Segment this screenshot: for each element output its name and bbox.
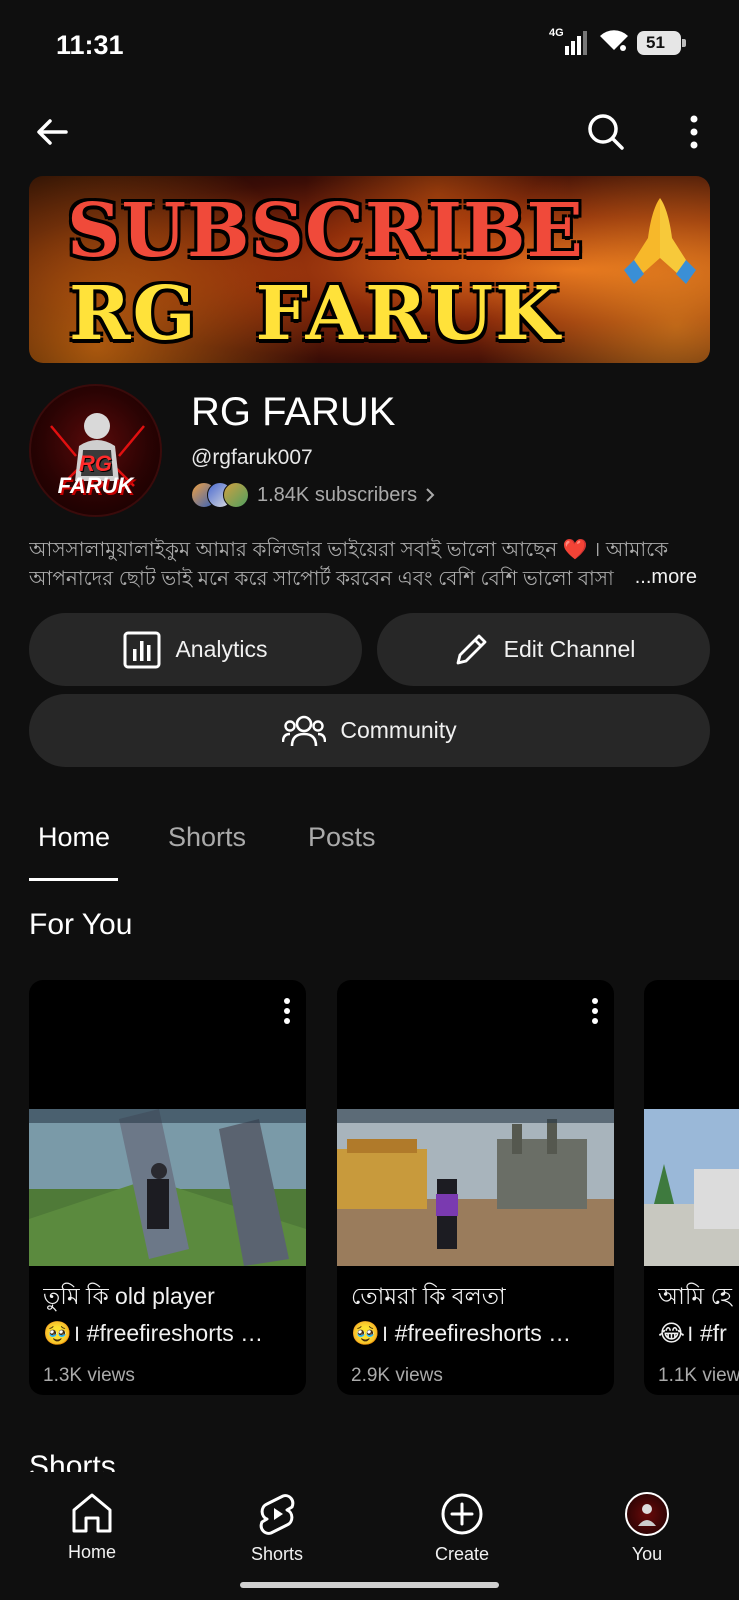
video-views: 2.9K views xyxy=(351,1365,443,1386)
video-title-line: 🥹। #freefireshorts … xyxy=(351,1320,572,1346)
community-button[interactable]: Community xyxy=(29,694,710,767)
banner-line-2: RG FARUK xyxy=(69,271,562,357)
wifi-icon xyxy=(599,28,629,57)
video-title-line: তুমি কি old player xyxy=(43,1283,215,1309)
video-card[interactable]: তোমরা কি বলতা 🥹। #freefireshorts … 2.9K … xyxy=(337,980,614,1395)
status-bar: 11:31 4G 51 xyxy=(0,0,739,92)
channel-name: RG FARUK xyxy=(191,390,396,434)
search-icon xyxy=(588,114,624,150)
subscribers-row[interactable]: 1.84K subscribers xyxy=(191,482,437,508)
top-bar xyxy=(0,100,739,164)
video-title: আমি হে 😂। #fr xyxy=(658,1278,739,1352)
subscriber-avatars xyxy=(191,482,249,508)
nav-create-label: Create xyxy=(434,1544,490,1564)
edit-channel-button[interactable]: Edit Channel xyxy=(377,613,710,686)
home-icon xyxy=(72,1493,112,1533)
analytics-label: Analytics xyxy=(175,636,268,662)
channel-tabs: Home Shorts Posts xyxy=(0,810,739,882)
tab-posts[interactable]: Posts xyxy=(308,822,376,853)
analytics-button[interactable]: Analytics xyxy=(29,613,362,686)
video-views: 1.3K views xyxy=(43,1365,135,1386)
nav-home-label: Home xyxy=(67,1542,116,1562)
more-vertical-icon xyxy=(690,115,698,149)
more-vertical-icon xyxy=(592,998,598,1024)
video-views: 1.1K views xyxy=(658,1365,739,1386)
video-card[interactable]: তুমি কি old player 🥹। #freefireshorts … … xyxy=(29,980,306,1395)
video-thumbnail xyxy=(29,1109,306,1266)
status-icons: 4G 51 xyxy=(549,26,686,57)
pencil-icon xyxy=(456,634,487,664)
chevron-right-icon xyxy=(426,488,435,502)
shorts-icon xyxy=(259,1494,295,1535)
section-title-for-you: For You xyxy=(29,908,133,941)
nav-you[interactable]: You xyxy=(587,1492,707,1565)
community-label: Community xyxy=(340,717,457,743)
banner-line-1: SUBSCRIBE xyxy=(67,188,584,274)
home-indicator[interactable] xyxy=(240,1582,499,1588)
praying-hands-icon xyxy=(624,198,696,284)
active-tab-indicator xyxy=(29,878,118,881)
channel-avatar[interactable]: RG FARUK xyxy=(29,384,162,517)
avatar-text-faruk: FARUK xyxy=(57,473,134,498)
bottom-navigation: Home Shorts Create You xyxy=(0,1472,739,1600)
more-link[interactable]: ...more xyxy=(608,566,697,589)
subscriber-count: 1.84K subscribers xyxy=(257,483,418,506)
tab-shorts[interactable]: Shorts xyxy=(168,822,246,853)
tab-home[interactable]: Home xyxy=(38,822,110,853)
avatar-icon xyxy=(638,1504,656,1526)
video-title-line: 🥹। #freefireshorts … xyxy=(43,1320,264,1346)
nav-home[interactable]: Home xyxy=(32,1492,152,1563)
channel-banner: SUBSCRIBE RG FARUK xyxy=(29,176,710,363)
edit-channel-label: Edit Channel xyxy=(503,636,636,662)
video-menu-button[interactable] xyxy=(590,998,600,1029)
video-title: তুমি কি old player 🥹। #freefireshorts … xyxy=(43,1278,294,1352)
arrow-left-icon xyxy=(37,119,68,145)
back-button[interactable] xyxy=(28,108,76,156)
video-title-line: 😂। #fr xyxy=(658,1320,727,1346)
video-title-line: আমি হে xyxy=(658,1283,732,1309)
nav-shorts-label: Shorts xyxy=(250,1544,304,1564)
nav-create[interactable]: Create xyxy=(402,1492,522,1565)
video-thumbnail xyxy=(337,1109,614,1266)
description-line: আসসালামুয়ালাইকুম আমার কলিজার ভাইয়েরা স… xyxy=(29,539,669,561)
video-card[interactable]: আমি হে 😂। #fr 1.1K views xyxy=(644,980,739,1395)
community-icon xyxy=(282,715,327,746)
nav-you-label: You xyxy=(631,1544,663,1564)
battery-level: 51 xyxy=(646,32,665,52)
status-time: 11:31 xyxy=(56,30,124,60)
analytics-icon xyxy=(123,631,161,668)
battery-icon: 51 xyxy=(637,30,686,55)
channel-handle: @rgfaruk007 xyxy=(191,446,313,469)
create-icon xyxy=(441,1493,483,1535)
network-type: 4G xyxy=(549,26,564,39)
video-thumbnail xyxy=(644,1109,739,1266)
search-button[interactable] xyxy=(582,108,630,156)
nav-shorts[interactable]: Shorts xyxy=(217,1492,337,1565)
video-menu-button[interactable] xyxy=(282,998,292,1029)
video-title-line: তোমরা কি বলতা xyxy=(351,1283,506,1309)
subscriber-avatar xyxy=(223,482,249,508)
profile-avatar xyxy=(625,1492,669,1536)
video-title: তোমরা কি বলতা 🥹। #freefireshorts … xyxy=(351,1278,602,1352)
more-vertical-icon xyxy=(284,998,290,1024)
more-options-button[interactable] xyxy=(670,108,718,156)
cellular-signal-icon: 4G xyxy=(549,26,591,56)
